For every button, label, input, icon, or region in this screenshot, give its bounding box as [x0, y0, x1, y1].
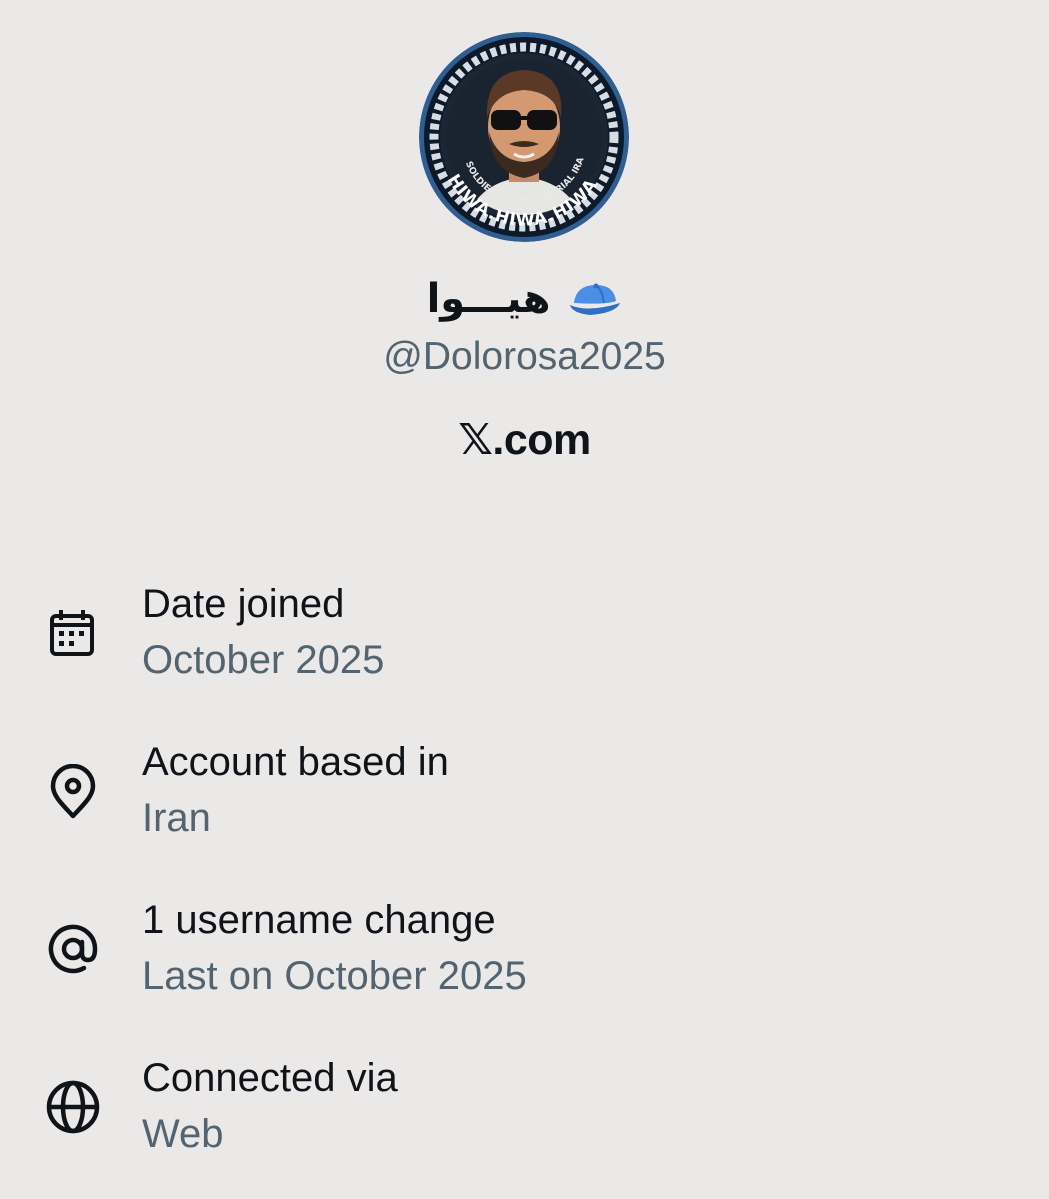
- connected-via-value: Web: [142, 1112, 224, 1156]
- display-name: هیـــوا: [426, 276, 551, 322]
- globe-icon: [46, 1080, 100, 1134]
- connected-via-label: Connected via: [142, 1056, 398, 1100]
- username-change-label: 1 username change: [142, 898, 496, 942]
- calendar-icon: [50, 610, 94, 656]
- about-account-page: SOLDIER OF THE IMPERIAL IRANIAN ARMY HIW…: [0, 0, 1049, 1199]
- profile-handle[interactable]: @Dolorosa2025: [0, 334, 1049, 380]
- at-sign-icon: [48, 924, 98, 974]
- blue-cap-icon: [570, 283, 621, 315]
- account-based-in-label: Account based in: [142, 740, 449, 784]
- avatar[interactable]: SOLDIER OF THE IMPERIAL IRANIAN ARMY HIW…: [419, 32, 629, 242]
- detail-row-date-joined: Date joined October 2025: [0, 580, 1049, 710]
- source-label: 𝕏.com: [458, 416, 591, 464]
- username-change-value: Last on October 2025: [142, 954, 527, 998]
- account-based-in-value: Iran: [142, 796, 211, 840]
- location-pin-icon: [50, 764, 96, 819]
- display-name-row: هیـــوا: [0, 268, 1049, 330]
- detail-row-username-changes: 1 username change Last on October 2025: [0, 896, 1049, 1026]
- detail-row-connected-via: Connected via Web: [0, 1054, 1049, 1184]
- date-joined-label: Date joined: [142, 582, 345, 626]
- detail-row-account-location: Account based in Iran: [0, 738, 1049, 868]
- date-joined-value: October 2025: [142, 638, 385, 682]
